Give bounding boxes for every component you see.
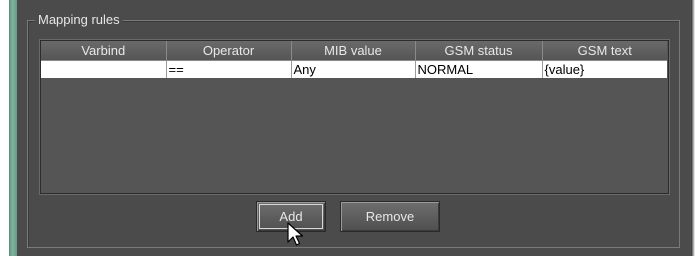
cell-gsm-status[interactable]: NORMAL	[415, 60, 543, 78]
table-header-row: Varbind Operator MIB value GSM status GS…	[41, 41, 667, 61]
window-background: Mapping rules Varbind Operator MIB value…	[0, 0, 695, 256]
cell-varbind[interactable]	[41, 60, 167, 78]
table-row[interactable]: == Any NORMAL {value}	[41, 60, 667, 78]
cell-operator[interactable]: ==	[166, 60, 292, 78]
mouse-pointer-icon	[287, 222, 304, 246]
column-header-mib-value[interactable]: MIB value	[291, 41, 416, 61]
mapping-rules-title: Mapping rules	[35, 12, 123, 28]
column-header-gsm-text[interactable]: GSM text	[542, 41, 667, 61]
cell-mib-value[interactable]: Any	[291, 60, 416, 78]
panel-edge	[691, 0, 695, 256]
column-header-operator[interactable]: Operator	[166, 41, 292, 61]
column-header-varbind[interactable]: Varbind	[41, 41, 167, 61]
window-side-strip	[9, 0, 17, 256]
mapping-rules-table[interactable]: Varbind Operator MIB value GSM status GS…	[40, 40, 669, 194]
cell-gsm-text[interactable]: {value}	[542, 60, 667, 78]
column-header-gsm-status[interactable]: GSM status	[415, 41, 543, 61]
remove-button-label: Remove	[365, 209, 415, 224]
remove-button[interactable]: Remove	[340, 201, 440, 232]
